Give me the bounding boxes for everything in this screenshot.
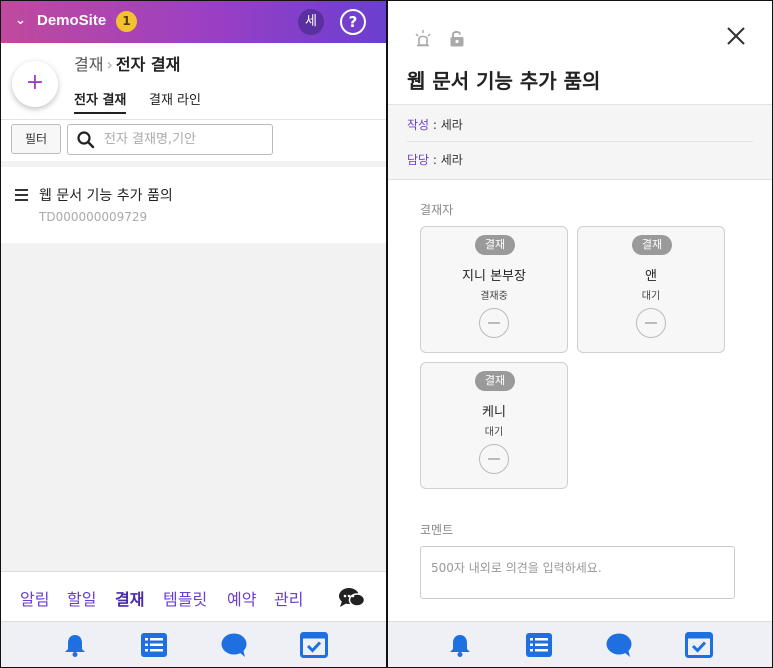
chat-icon[interactable] [220,632,248,658]
minus-circle-icon [479,444,509,474]
tab-reservations[interactable]: 예약 [227,586,256,610]
author-row: 작성 : 세라 [407,116,463,133]
check-icon[interactable] [685,632,713,658]
bottom-dock [1,621,386,667]
menu-icon[interactable] [15,189,28,204]
breadcrumb-parent[interactable]: 결재 [74,55,103,74]
minus-circle-icon [479,308,509,338]
site-name[interactable]: DemoSite [37,12,106,29]
owner-value: : 세라 [429,153,463,167]
search-icon [77,131,95,149]
breadcrumb-current: 전자 결재 [115,55,181,74]
approver-status: 대기 [484,427,504,438]
list-icon[interactable] [140,632,168,658]
chevron-down-icon[interactable]: ⌄ [15,13,26,28]
author-key: 작성 [407,118,430,132]
close-icon[interactable] [726,26,746,46]
approval-list-panel: ⌄ DemoSite 1 세 ? + 결재 › 전자 결재 전자 결재 결재 라인 … [1,1,386,667]
owner-row: 담당 : 세라 [407,151,463,168]
approvers-label: 결재자 [420,203,454,217]
approver-name: 지니 본부장 [462,269,526,284]
comment-input[interactable] [431,559,721,583]
tab-electronic-approval[interactable]: 전자 결재 [74,89,127,114]
check-icon[interactable] [300,632,328,658]
breadcrumb: 결재 › 전자 결재 [74,51,180,75]
owner-key: 담당 [407,153,430,167]
approver-status: 대기 [641,291,661,302]
document-meta: 작성 : 세라 담당 : 세라 [388,105,772,179]
approver-card[interactable]: 결재 케니 대기 [420,362,568,489]
tab-management[interactable]: 관리 [274,586,303,610]
bell-icon[interactable] [62,632,88,658]
unlock-icon[interactable] [449,30,465,47]
filter-button[interactable]: 필터 [11,124,61,154]
search-input[interactable] [104,130,266,149]
comment-box [420,546,735,599]
author-value: : 세라 [429,118,463,132]
tab-approval[interactable]: 결재 [115,586,144,610]
document-detail-panel: 웹 문서 기능 추가 품의 작성 : 세라 담당 : 세라 결재자 결재 지니 … [388,1,772,667]
tab-notifications[interactable]: 알림 [20,586,49,610]
approval-type-badge: 결재 [475,235,515,255]
approver-card[interactable]: 결재 지니 본부장 결재중 [420,226,568,353]
plus-icon: + [25,70,45,95]
siren-icon[interactable] [414,29,432,47]
document-title: 웹 문서 기능 추가 품의 [407,69,601,93]
approver-card[interactable]: 결재 앤 대기 [577,226,725,353]
approver-status: 결재중 [480,291,508,302]
bottom-dock [388,621,772,667]
add-button[interactable]: + [12,61,58,107]
page-header: + 결재 › 전자 결재 전자 결재 결재 라인 [1,43,386,119]
comment-label: 코멘트 [420,523,454,537]
bottom-tab-bar: 알림 할일 결재 템플릿 예약 관리 [1,571,386,621]
avatar[interactable]: 세 [298,9,324,35]
approval-type-badge: 결재 [632,235,672,255]
document-body: 결재자 결재 지니 본부장 결재중 결재 앤 대기 결재 케니 대기 코멘트 [388,179,772,621]
chat-bubbles-icon[interactable] [338,586,365,610]
tab-approval-line[interactable]: 결재 라인 [149,89,201,112]
list-item[interactable]: 웹 문서 기능 추가 품의 TD000000009729 [1,167,386,243]
list-icon[interactable] [525,632,553,658]
approver-name: 앤 [645,269,657,284]
approver-name: 케니 [482,405,506,420]
detail-header: 웹 문서 기능 추가 품의 [388,1,772,105]
filter-row: 필터 [1,119,386,161]
tab-templates[interactable]: 템플릿 [163,586,207,610]
top-bar: ⌄ DemoSite 1 세 ? [1,1,386,43]
minus-circle-icon [636,308,666,338]
tab-todo[interactable]: 할일 [67,586,96,610]
search-box [67,124,273,155]
list-item-code: TD000000009729 [39,210,148,224]
list-item-title[interactable]: 웹 문서 기능 추가 품의 [39,185,173,205]
help-icon[interactable]: ? [340,9,366,35]
breadcrumb-separator: › [106,55,113,74]
meta-divider [407,141,753,142]
notification-badge: 1 [116,11,137,32]
chat-icon[interactable] [605,632,633,658]
approval-type-badge: 결재 [475,371,515,391]
bell-icon[interactable] [447,632,473,658]
